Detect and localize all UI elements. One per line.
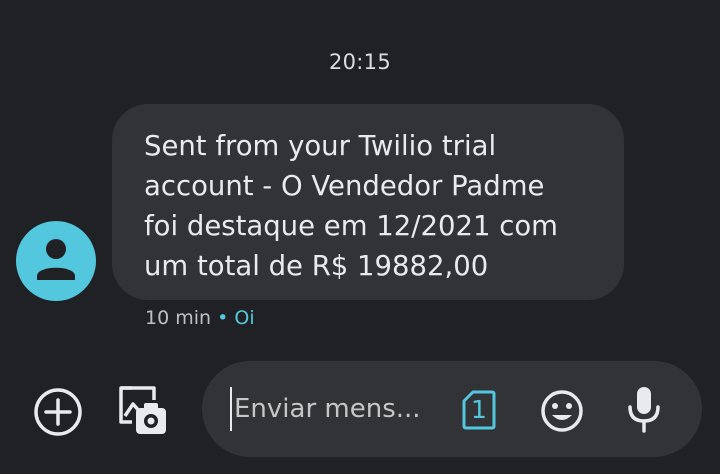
microphone-icon[interactable]: [624, 384, 664, 436]
message-status: Oi: [234, 307, 255, 329]
message-input[interactable]: [230, 387, 444, 431]
sim-number: 1: [471, 395, 487, 424]
sim-selector[interactable]: 1: [462, 390, 496, 430]
message-age: 10 min: [145, 307, 212, 329]
conversation-time: 20:15: [328, 50, 392, 74]
emoji-icon[interactable]: [538, 387, 586, 435]
person-icon: [37, 239, 75, 280]
message-meta: 10 min • Oi: [145, 307, 255, 329]
add-circle-icon[interactable]: [32, 386, 84, 438]
message-bubble[interactable]: Sent from your Twilio trial account - O …: [112, 104, 624, 300]
contact-avatar[interactable]: [16, 221, 96, 301]
meta-separator: •: [217, 307, 229, 329]
gallery-icon[interactable]: [116, 384, 170, 438]
